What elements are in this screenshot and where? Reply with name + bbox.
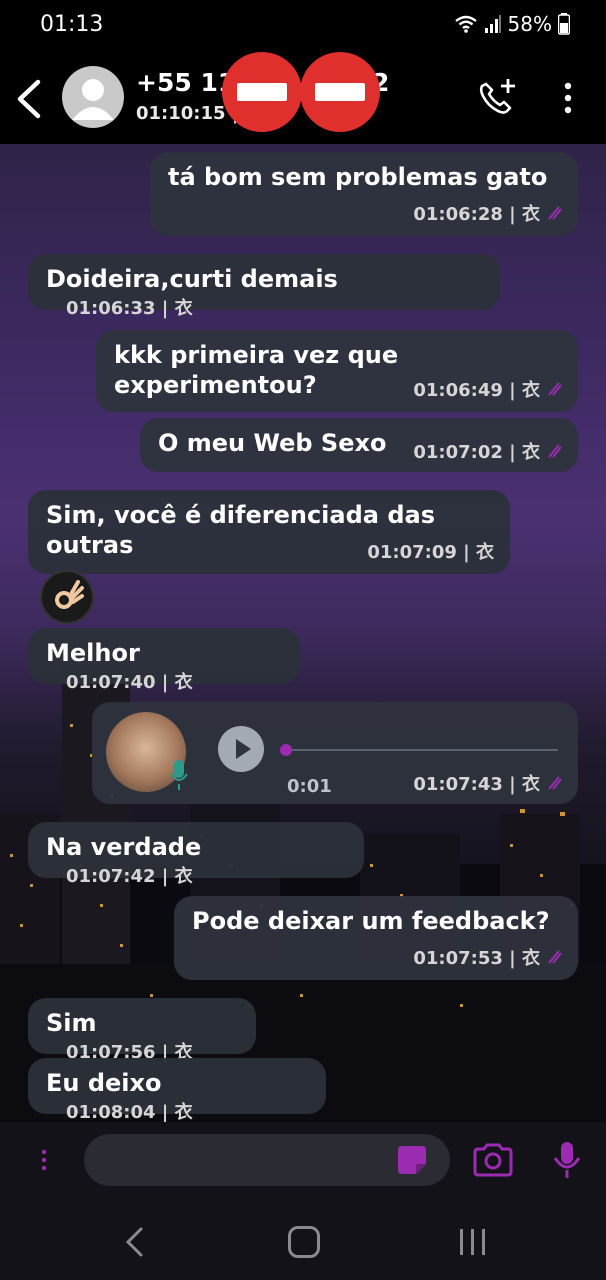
status-icons: 58% xyxy=(454,12,570,36)
mic-icon[interactable] xyxy=(552,1140,582,1180)
message-time: 01:07:43 | 衣 xyxy=(413,774,540,795)
message-meta: 01:06:28 | 衣 xyxy=(413,200,562,226)
avatar[interactable] xyxy=(62,66,124,128)
redaction-mark xyxy=(222,52,302,132)
read-receipt-icon xyxy=(548,444,562,458)
message-time: 01:07:53 | 衣 xyxy=(413,948,540,969)
read-receipt-icon xyxy=(548,206,562,220)
message-text: Sim xyxy=(46,1009,97,1037)
read-receipt-icon xyxy=(548,382,562,396)
battery-level: 58% xyxy=(507,12,552,36)
message-text: O meu Web Sexo xyxy=(158,429,387,457)
message-incoming[interactable]: Doideira,curti demais 01:06:33 | 衣 xyxy=(28,254,500,319)
chat-area[interactable]: tá bom sem problemas gato 01:06:28 | 衣 D… xyxy=(0,144,606,1122)
message-time: 01:06:49 | 衣 xyxy=(413,380,540,401)
sender-avatar[interactable] xyxy=(40,570,94,624)
avatar-icon xyxy=(72,79,114,120)
voice-message[interactable]: 0:01 01:07:43 | 衣 xyxy=(92,702,578,804)
message-text: Doideira,curti demais xyxy=(46,265,338,293)
wifi-icon xyxy=(454,15,477,33)
message-outgoing[interactable]: kkk primeira vez que experimentou? 01:06… xyxy=(96,330,578,412)
message-time: 01:08:04 | 衣 xyxy=(66,1102,193,1122)
call-add-icon[interactable] xyxy=(474,76,518,120)
message-outgoing[interactable]: tá bom sem problemas gato 01:06:28 | 衣 xyxy=(150,152,578,236)
message-incoming[interactable]: Na verdade 01:07:42 | 衣 xyxy=(28,822,364,887)
message-incoming[interactable]: Melhor 01:07:40 | 衣 xyxy=(28,628,300,693)
message-time: 01:07:09 | 衣 xyxy=(367,542,494,563)
back-icon[interactable] xyxy=(10,74,50,124)
message-time: 01:06:33 | 衣 xyxy=(66,298,193,319)
read-receipt-icon xyxy=(548,776,562,790)
message-meta: 01:06:49 | 衣 xyxy=(413,376,562,402)
message-incoming[interactable]: Sim 01:07:56 | 衣 xyxy=(28,998,256,1063)
message-meta: 01:07:53 | 衣 xyxy=(413,944,562,970)
more-vert-icon[interactable] xyxy=(556,78,580,118)
mic-badge-icon xyxy=(170,760,188,790)
message-time: 01:07:02 | 衣 xyxy=(413,442,540,463)
message-meta: 01:07:02 | 衣 xyxy=(413,438,562,464)
contact-name[interactable]: +55 11 xyxy=(136,68,235,97)
redaction-mark xyxy=(300,52,380,132)
message-text: Na verdade xyxy=(46,833,202,861)
message-time: 01:07:42 | 衣 xyxy=(66,866,193,887)
sticker-icon[interactable] xyxy=(394,1142,430,1178)
message-meta: 01:07:43 | 衣 xyxy=(413,770,562,796)
message-time: 01:07:40 | 衣 xyxy=(66,672,193,693)
signal-icon xyxy=(484,15,501,33)
ok-hand-icon xyxy=(55,580,84,609)
message-outgoing[interactable]: O meu Web Sexo 01:07:02 | 衣 xyxy=(140,418,578,472)
voice-duration: 0:01 xyxy=(287,776,332,797)
message-incoming[interactable]: Eu deixo 01:08:04 | 衣 xyxy=(28,1058,326,1122)
message-text: Eu deixo xyxy=(46,1069,162,1097)
message-time: 01:06:28 | 衣 xyxy=(413,204,540,225)
message-text: Melhor xyxy=(46,639,140,667)
nav-recent-icon[interactable] xyxy=(458,1226,488,1258)
voice-seek-bar[interactable] xyxy=(280,744,558,756)
message-text: Pode deixar um feedback? xyxy=(192,907,550,935)
play-icon xyxy=(236,739,251,759)
nav-home-icon[interactable] xyxy=(288,1226,320,1258)
battery-icon xyxy=(558,13,570,35)
contact-last-seen: 01:10:15 | xyxy=(136,103,239,124)
camera-icon[interactable] xyxy=(472,1142,514,1178)
play-button[interactable] xyxy=(218,726,264,772)
voice-track xyxy=(286,749,558,751)
nav-back-icon[interactable] xyxy=(122,1226,148,1258)
message-outgoing[interactable]: Pode deixar um feedback? 01:07:53 | 衣 xyxy=(174,896,578,980)
message-text: kkk primeira vez que experimentou? xyxy=(114,341,399,399)
more-icon[interactable] xyxy=(38,1146,50,1174)
status-time: 01:13 xyxy=(40,12,104,37)
message-meta: 01:07:09 | 衣 xyxy=(367,538,494,564)
voice-seek-handle[interactable] xyxy=(280,744,292,756)
read-receipt-icon xyxy=(548,950,562,964)
message-incoming[interactable]: Sim, você é diferenciada das outras 01:0… xyxy=(28,490,510,574)
status-bar: 01:13 58% xyxy=(0,0,606,50)
message-text: tá bom sem problemas gato xyxy=(168,163,548,191)
